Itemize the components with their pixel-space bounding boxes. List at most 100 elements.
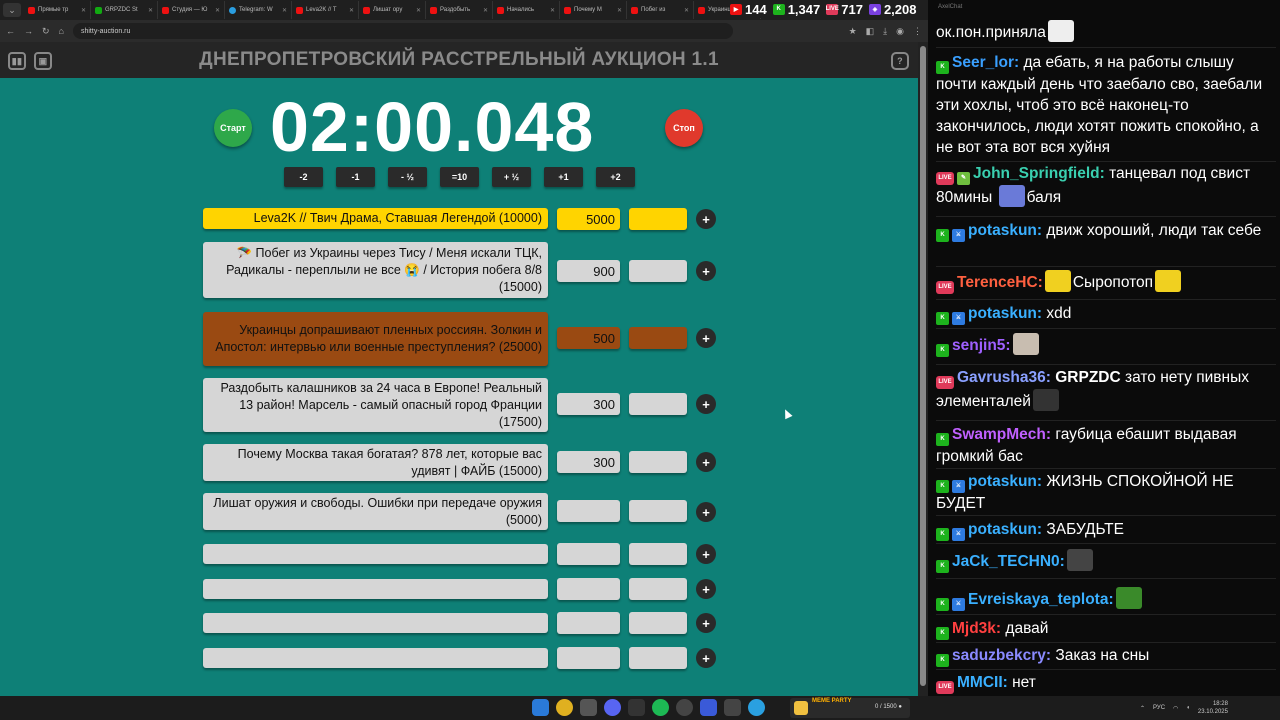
timer-plus-2-button[interactable]: +2 (596, 167, 635, 187)
telegram-icon[interactable] (748, 699, 765, 716)
app-icon[interactable] (724, 699, 741, 716)
lot-title[interactable]: Почему Москва такая богатая? 878 лет, ко… (203, 444, 548, 481)
close-icon[interactable]: ✕ (282, 7, 287, 14)
menu-icon[interactable]: ⋮ (913, 26, 922, 37)
obs-icon[interactable] (676, 699, 693, 716)
close-icon[interactable]: ✕ (684, 7, 689, 14)
bid-input[interactable] (629, 543, 687, 565)
close-icon[interactable]: ✕ (81, 7, 86, 14)
volume-icon[interactable]: ◖ (1186, 705, 1190, 711)
browser-tab[interactable]: Leva2K // T ✕ (292, 1, 359, 19)
browser-tab[interactable]: Telegram: W ✕ (225, 1, 292, 19)
start-button[interactable]: Старт (214, 109, 252, 147)
browser-tab[interactable]: Раздобыть ✕ (426, 1, 493, 19)
chevron-up-icon[interactable]: ⌃ (1140, 705, 1145, 712)
add-bid-button[interactable]: + (696, 209, 716, 229)
timer-minus-half-button[interactable]: - ½ (388, 167, 427, 187)
add-bid-button[interactable]: + (696, 261, 716, 281)
timer-minus-2-button[interactable]: -2 (284, 167, 323, 187)
kick-badge-icon: K (936, 560, 949, 573)
emote-image (1066, 549, 1093, 571)
browser-tab[interactable]: GRPZDC St ✕ (91, 1, 158, 19)
wifi-icon[interactable]: ◠ (1173, 705, 1178, 712)
app-icon[interactable] (700, 699, 717, 716)
browser-tab[interactable]: Начались ✕ (493, 1, 560, 19)
language-indicator[interactable]: РУС (1153, 705, 1165, 711)
steam-icon[interactable] (628, 699, 645, 716)
add-bid-button[interactable]: + (696, 502, 716, 522)
browser-tab[interactable]: Лишат ору ✕ (359, 1, 426, 19)
bid-input[interactable] (629, 647, 687, 669)
bid-input[interactable] (629, 208, 687, 230)
help-icon[interactable]: ? (891, 52, 909, 70)
lot-title[interactable]: Leva2K // Твич Драма, Ставшая Легендой (… (203, 208, 548, 229)
scrollbar-thumb[interactable] (920, 46, 926, 686)
close-icon[interactable]: ✕ (148, 7, 153, 14)
kick-badge-icon: K (936, 61, 949, 74)
lot-title[interactable]: 🪂 Побег из Украины через Тису / Меня иск… (203, 242, 548, 298)
home-icon[interactable]: ⌂ (59, 26, 64, 36)
lot-title[interactable] (203, 544, 548, 564)
browser-tab[interactable]: Прямые тр ✕ (24, 1, 91, 19)
add-bid-button[interactable]: + (696, 613, 716, 633)
meme-party-widget[interactable]: MEME PARTY 0 / 1500 ● (790, 698, 910, 718)
add-bid-button[interactable]: + (696, 328, 716, 348)
lot-title[interactable] (203, 648, 548, 668)
timer-set-10-button[interactable]: =10 (440, 167, 479, 187)
bid-input[interactable] (629, 393, 687, 415)
back-icon[interactable]: ← (6, 26, 15, 36)
browser-tab[interactable]: Почему М ✕ (560, 1, 627, 19)
add-bid-button[interactable]: + (696, 544, 716, 564)
lot-title[interactable]: Украинцы допрашивают пленных россиян. Зо… (203, 312, 548, 366)
bid-input[interactable] (629, 578, 687, 600)
bid-input[interactable] (629, 451, 687, 473)
close-icon[interactable]: ✕ (617, 7, 622, 14)
forward-icon[interactable]: → (24, 26, 33, 36)
lot-title[interactable]: Раздобыть калашников за 24 часа в Европе… (203, 378, 548, 432)
windows-start-icon[interactable] (532, 699, 549, 716)
timer-plus-1-button[interactable]: +1 (544, 167, 583, 187)
close-icon[interactable]: ✕ (349, 7, 354, 14)
explorer-icon[interactable] (580, 699, 597, 716)
lot-title[interactable] (203, 579, 548, 599)
save-icon[interactable]: ▣ (34, 52, 52, 70)
lot-title[interactable]: Лишат оружия и свободы. Ошибки при перед… (203, 493, 548, 530)
star-icon[interactable]: ★ (849, 26, 857, 37)
lot-amount: 900 (557, 260, 620, 282)
lot-amount (557, 500, 620, 522)
chrome-icon[interactable] (556, 699, 573, 716)
close-icon[interactable]: ✕ (416, 7, 421, 14)
timer-plus-half-button[interactable]: + ½ (492, 167, 531, 187)
bid-input[interactable] (629, 612, 687, 634)
lot-title[interactable] (203, 613, 548, 633)
bid-input[interactable] (629, 500, 687, 522)
profile-icon[interactable]: ◉ (896, 26, 904, 37)
url-field[interactable]: shitty-auction.ru (72, 23, 733, 39)
bid-input[interactable] (629, 260, 687, 282)
bid-input[interactable] (629, 327, 687, 349)
sidebar-icon[interactable]: ▮▮ (8, 52, 26, 70)
close-icon[interactable]: ✕ (483, 7, 488, 14)
reload-icon[interactable]: ↻ (42, 26, 50, 37)
timer-minus-1-button[interactable]: -1 (336, 167, 375, 187)
add-bid-button[interactable]: + (696, 648, 716, 668)
close-icon[interactable]: ✕ (215, 7, 220, 14)
add-bid-button[interactable]: + (696, 579, 716, 599)
discord-icon[interactable] (604, 699, 621, 716)
sword-badge-icon: ⚔ (952, 598, 965, 611)
clock[interactable]: 18:28 23.10.2025 (1198, 700, 1228, 716)
tab-search-button[interactable]: ⌄ (3, 3, 21, 17)
close-icon[interactable]: ✕ (550, 7, 555, 14)
browser-tab[interactable]: Побег из ✕ (627, 1, 694, 19)
browser-tab[interactable]: Студия — Ю ✕ (158, 1, 225, 19)
add-bid-button[interactable]: + (696, 394, 716, 414)
spotify-icon[interactable] (652, 699, 669, 716)
download-icon[interactable]: ⤓ (883, 26, 887, 37)
add-bid-button[interactable]: + (696, 452, 716, 472)
meme-party-logo-icon (794, 701, 808, 715)
extension-icon[interactable]: ◧ (866, 26, 875, 37)
youtube-icon (698, 6, 705, 14)
stop-button[interactable]: Стоп (665, 109, 703, 147)
chat-message: LIVE TerenceHC: Сыропотоп (936, 270, 1274, 294)
kick-badge-icon: K (936, 627, 949, 640)
